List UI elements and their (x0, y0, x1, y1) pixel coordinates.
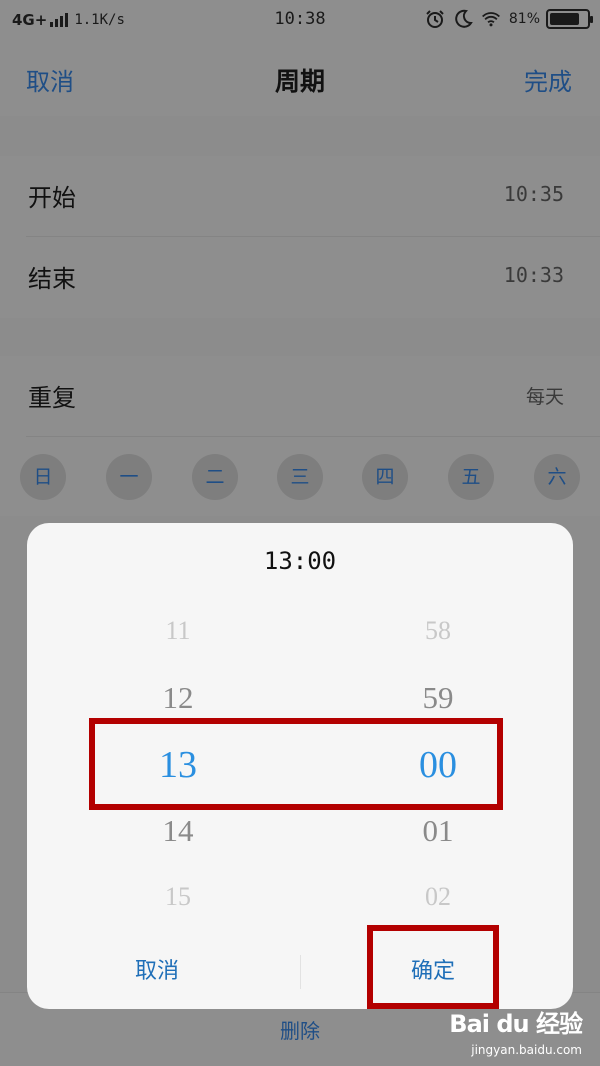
ok-highlight-box (367, 925, 499, 1009)
dialog-title: 13:00 (263, 547, 337, 575)
day-wed[interactable]: 三 (277, 454, 323, 500)
nav-bar: 取消 周期 完成 (0, 40, 600, 116)
day-mon[interactable]: 一 (106, 454, 152, 500)
start-label: 开始 (28, 184, 76, 212)
day-sat[interactable]: 六 (534, 454, 580, 500)
wifi-icon (481, 12, 500, 27)
nav-done-button[interactable]: 完成 (524, 62, 572, 97)
minute-option[interactable]: 01 (378, 813, 498, 849)
hour-option[interactable]: 11 (118, 616, 238, 646)
day-tue[interactable]: 二 (192, 454, 238, 500)
moon-icon (455, 9, 473, 28)
day-thu[interactable]: 四 (362, 454, 408, 500)
alarm-icon (426, 10, 444, 28)
time-range-section: 开始 10:35 结束 10:33 (0, 156, 600, 318)
start-row[interactable]: 开始 10:35 (0, 156, 600, 236)
watermark-url: jingyan.baidu.com (471, 1043, 582, 1057)
battery-fill (550, 13, 580, 25)
hour-option[interactable]: 15 (118, 882, 238, 912)
start-value: 10:35 (503, 182, 564, 206)
minute-option[interactable]: 59 (378, 680, 498, 716)
divider (26, 436, 600, 437)
weekday-selector: 日 一 二 三 四 五 六 (0, 452, 600, 504)
day-sun[interactable]: 日 (20, 454, 66, 500)
hour-option[interactable]: 14 (118, 813, 238, 849)
time-picker-dialog: 13:00 11 12 13 14 15 58 59 00 01 02 取消 确… (27, 523, 573, 1009)
selection-highlight-box (89, 718, 503, 810)
status-bar: 4G+ 1.1K/s 10:38 81% (0, 0, 600, 40)
end-row[interactable]: 结束 10:33 (0, 237, 600, 317)
page-title: 周期 (274, 67, 325, 96)
watermark-brand: Bai du 经验 (449, 1010, 583, 1038)
repeat-label: 重复 (28, 384, 76, 412)
end-value: 10:33 (503, 263, 564, 287)
repeat-row[interactable]: 重复 每天 (0, 356, 600, 436)
button-divider (300, 955, 301, 989)
battery-percent: 81% (508, 11, 540, 27)
watermark: Bai du 经验 jingyan.baidu.com (449, 1004, 583, 1057)
minute-option[interactable]: 58 (378, 616, 498, 646)
hour-option[interactable]: 12 (118, 680, 238, 716)
repeat-value: 每天 (525, 386, 564, 408)
minute-option[interactable]: 02 (378, 882, 498, 912)
dialog-cancel-button[interactable]: 取消 (135, 953, 179, 985)
status-icons: 81% (425, 9, 593, 29)
battery-icon (546, 9, 593, 29)
end-label: 结束 (28, 265, 76, 293)
day-fri[interactable]: 五 (448, 454, 494, 500)
